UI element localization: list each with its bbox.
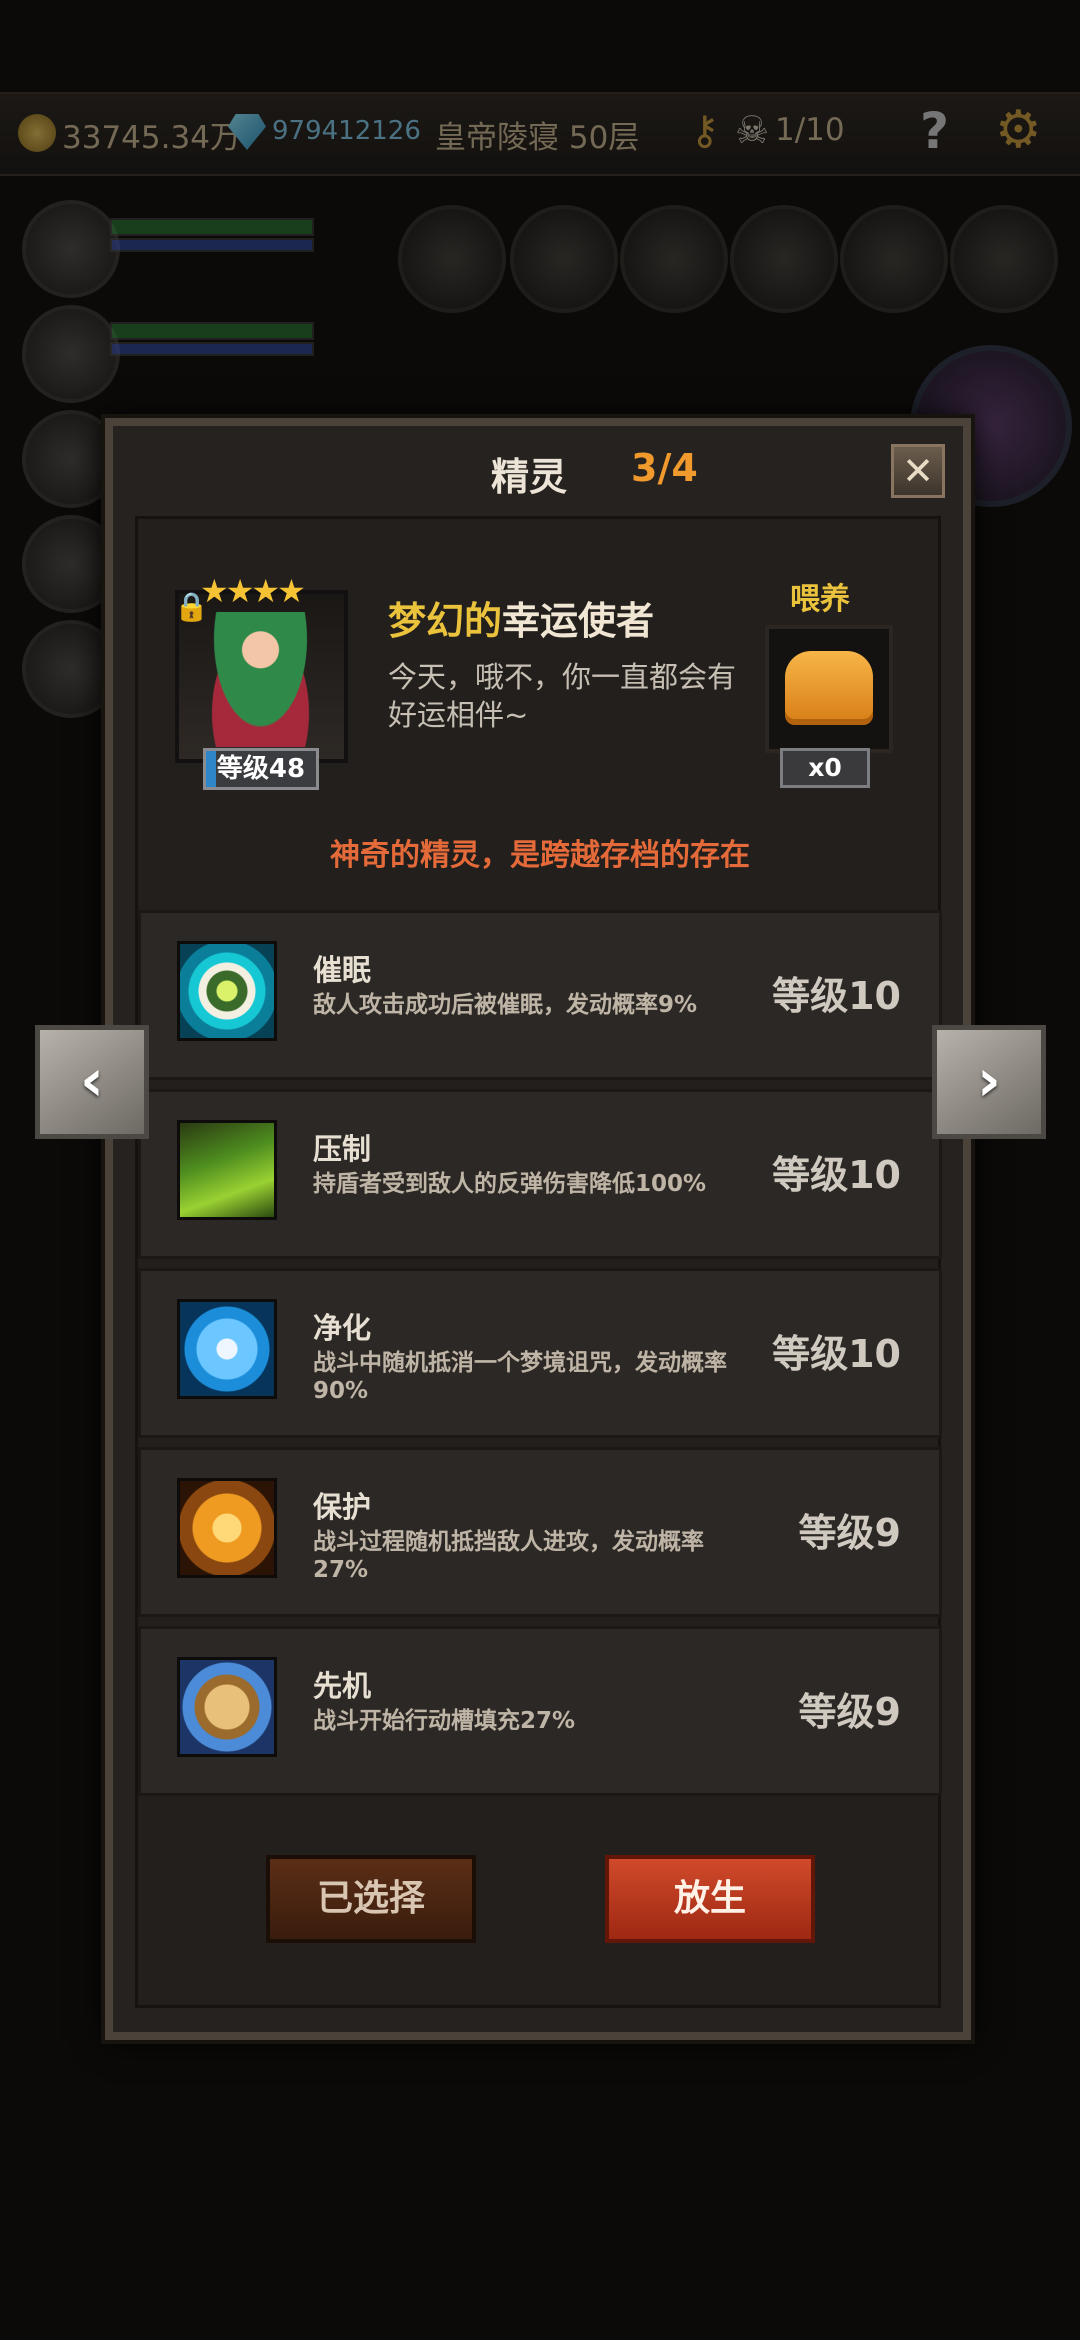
- skill-description: 战斗中随机抵消一个梦境诅咒，发动概率90%: [313, 1350, 727, 1404]
- skill-description: 敌人攻击成功后被催眠，发动概率9%: [313, 992, 698, 1018]
- feed-button[interactable]: [765, 625, 893, 753]
- skill-row[interactable]: 先机 战斗开始行动槽填充27% 等级9: [138, 1626, 942, 1796]
- modal-title: 精灵: [491, 455, 568, 499]
- ability-slot[interactable]: [620, 205, 728, 313]
- pet-name: 梦幻的幸运使者: [388, 590, 654, 645]
- feed-label: 喂养: [790, 582, 850, 617]
- hero-mp-bar: [110, 342, 314, 356]
- hero-hp-bar: [110, 218, 314, 236]
- skill-description: 持盾者受到敌人的反弹伤害降低100%: [313, 1171, 707, 1197]
- pet-level-badge: 等级48: [203, 748, 319, 790]
- skill-level: 等级10: [772, 974, 901, 1018]
- feed-count: x0: [780, 748, 870, 788]
- skill-level: 等级10: [772, 1332, 901, 1376]
- skull-icon: ☠: [735, 108, 770, 152]
- skill-name: 保护: [313, 1490, 372, 1524]
- help-icon[interactable]: ?: [920, 102, 949, 160]
- claw-icon: [177, 1120, 277, 1220]
- skill-name: 压制: [313, 1132, 372, 1166]
- modal-header: 精灵 3/4 ✕: [113, 426, 963, 516]
- skill-row[interactable]: 保护 战斗过程随机抵挡敌人进攻，发动概率27% 等级9: [138, 1447, 942, 1617]
- selected-button[interactable]: 已选择: [266, 1855, 476, 1943]
- skill-level: 等级9: [798, 1690, 901, 1734]
- eye-icon: [177, 941, 277, 1041]
- skill-level: 等级10: [772, 1153, 901, 1197]
- skill-row[interactable]: 净化 战斗中随机抵消一个梦境诅咒，发动概率90% 等级10: [138, 1268, 942, 1438]
- hero-portrait[interactable]: [22, 305, 120, 403]
- ability-slot[interactable]: [510, 205, 618, 313]
- pet-name-noun: 幸运使者: [502, 599, 655, 643]
- top-resource-bar: 33745.34万 979412126 皇帝陵寝 50层 ⚷ ☠ 1/10 ? …: [0, 92, 1080, 176]
- skill-level: 等级9: [798, 1511, 901, 1555]
- coin-icon: [18, 114, 56, 152]
- skill-description: 战斗过程随机抵挡敌人进攻，发动概率27%: [313, 1529, 704, 1583]
- leopard-icon: [177, 1657, 277, 1757]
- skill-row[interactable]: 压制 持盾者受到敌人的反弹伤害降低100% 等级10: [138, 1089, 942, 1259]
- ability-slot[interactable]: [840, 205, 948, 313]
- skill-name: 净化: [313, 1311, 372, 1345]
- pet-name-adjective: 梦幻的: [388, 599, 503, 643]
- skill-description: 战斗开始行动槽填充27%: [313, 1708, 576, 1734]
- ability-slot[interactable]: [950, 205, 1058, 313]
- key-icon[interactable]: ⚷: [690, 108, 719, 154]
- gear-icon[interactable]: ⚙: [995, 100, 1042, 160]
- guardian-icon: [177, 1478, 277, 1578]
- ability-slot[interactable]: [398, 205, 506, 313]
- pet-tagline: 神奇的精灵，是跨越存档的存在: [330, 838, 750, 873]
- bread-icon: [785, 651, 873, 725]
- pet-counter: 3/4: [631, 446, 698, 490]
- next-pet-button[interactable]: ›: [932, 1025, 1046, 1139]
- gem-amount: 979412126: [272, 116, 421, 146]
- prev-pet-button[interactable]: ‹: [35, 1025, 149, 1139]
- pet-image: [203, 612, 318, 747]
- skill-row[interactable]: 催眠 敌人攻击成功后被催眠，发动概率9% 等级10: [138, 910, 942, 1080]
- gold-amount: 33745.34万: [62, 120, 241, 156]
- location-label: 皇帝陵寝 50层: [435, 120, 640, 156]
- close-button[interactable]: ✕: [891, 444, 945, 498]
- kill-counter: 1/10: [775, 112, 845, 148]
- skill-name: 催眠: [313, 953, 372, 987]
- flower-icon: [177, 1299, 277, 1399]
- release-button[interactable]: 放生: [605, 1855, 815, 1943]
- ability-slot[interactable]: [730, 205, 838, 313]
- pet-description: 今天，哦不，你一直都会有好运相伴~: [388, 660, 737, 732]
- skill-name: 先机: [313, 1669, 372, 1703]
- star-rating: ★★★★: [200, 572, 306, 610]
- hero-mp-bar: [110, 238, 314, 252]
- hero-portrait[interactable]: [22, 200, 120, 298]
- hero-hp-bar: [110, 322, 314, 340]
